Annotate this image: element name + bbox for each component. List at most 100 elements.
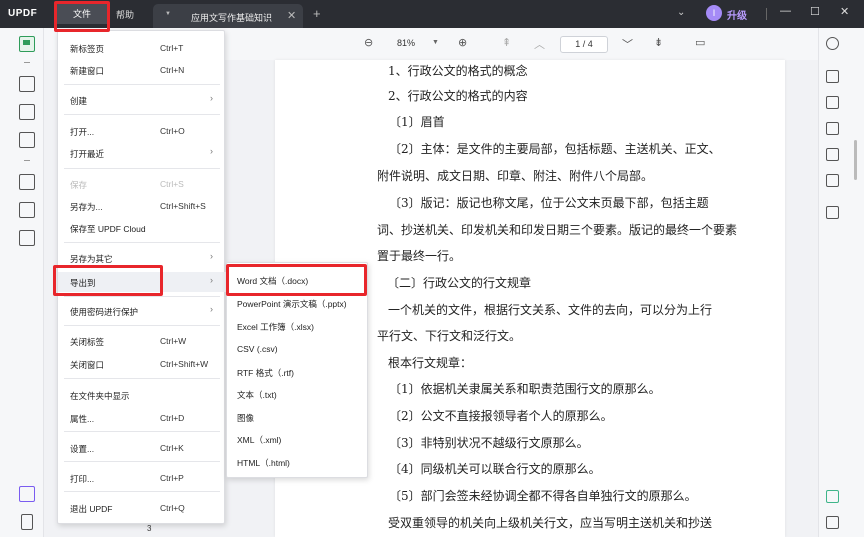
updf-ai-icon[interactable] <box>826 490 839 503</box>
email-icon[interactable] <box>826 174 839 187</box>
bookmark-icon[interactable] <box>21 514 33 530</box>
export-txt[interactable]: 文本（.txt) <box>227 384 367 404</box>
menu-item-open[interactable]: 打开... Ctrl+O <box>58 121 226 141</box>
rail-separator <box>24 62 30 63</box>
reader-mode-icon[interactable] <box>19 36 35 52</box>
first-page-icon[interactable]: ⇞ <box>502 36 511 49</box>
last-page-icon[interactable]: ⇟ <box>654 36 663 49</box>
menu-item-save-to-cloud[interactable]: 保存至 UPDF Cloud <box>58 218 226 238</box>
export-word[interactable]: Word 文档（.docx) <box>227 270 367 290</box>
export-powerpoint[interactable]: PowerPoint 演示文稿（.pptx) <box>227 293 367 313</box>
zoom-in-icon[interactable]: ⊕ <box>458 36 467 49</box>
upgrade-button[interactable]: I 升级 <box>706 5 754 23</box>
menu-item-save-as-other[interactable]: 另存为其它 › <box>58 248 226 268</box>
chat-icon[interactable] <box>826 516 839 529</box>
maximize-icon[interactable]: ☐ <box>810 5 820 18</box>
menu-item-create[interactable]: 创建 › <box>58 90 226 110</box>
menu-item-shortcut: Ctrl+D <box>160 413 185 423</box>
zoom-out-icon[interactable]: ⊖ <box>364 36 373 49</box>
tab-close-icon[interactable]: ✕ <box>287 9 296 22</box>
menu-item-shortcut: Ctrl+Shift+S <box>160 201 206 211</box>
redact-icon[interactable] <box>19 230 35 246</box>
organize-pages-icon[interactable] <box>19 174 35 190</box>
convert-icon[interactable] <box>826 96 839 109</box>
menu-item-password-protect[interactable]: 使用密码进行保护 › <box>58 301 226 321</box>
avatar: I <box>706 5 722 21</box>
save-icon[interactable] <box>826 206 839 219</box>
menu-item-close-window[interactable]: 关闭窗口 Ctrl+Shift+W <box>58 354 226 374</box>
document-tab[interactable]: ▼ 应用文写作基础知识 ✕ <box>153 4 303 28</box>
menu-item-shortcut: Ctrl+W <box>160 336 187 346</box>
submenu-arrow-icon: › <box>210 251 213 261</box>
menu-item-new-tab[interactable]: 新标签页 Ctrl+T <box>58 38 226 58</box>
submenu-item-label: Excel 工作簿（.xlsx) <box>237 322 314 332</box>
doc-line: 受双重领导的机关向上级机关行文，应当写明主送机关和抄送 <box>388 516 713 530</box>
export-excel[interactable]: Excel 工作簿（.xlsx) <box>227 316 367 336</box>
menu-item-label: 新建窗口 <box>70 66 105 76</box>
close-window-icon[interactable]: ✕ <box>840 5 849 18</box>
menu-item-label: 保存 <box>70 180 88 190</box>
menu-help[interactable]: 帮助 <box>116 8 134 21</box>
doc-line: 1、行政公文的格式的概念 <box>388 64 528 78</box>
right-tool-rail <box>818 28 864 537</box>
export-rtf[interactable]: RTF 格式（.rtf) <box>227 362 367 382</box>
menu-item-new-window[interactable]: 新建窗口 Ctrl+N <box>58 60 226 80</box>
export-html[interactable]: HTML（.html) <box>227 452 367 472</box>
upgrade-label: 升级 <box>727 11 747 22</box>
export-csv[interactable]: CSV (.csv) <box>227 339 367 359</box>
submenu-item-label: Word 文档（.docx) <box>237 276 309 286</box>
menu-item-print[interactable]: 打印... Ctrl+P <box>58 468 226 488</box>
doc-line: 平行文、下行文和泛行文。 <box>377 329 522 343</box>
doc-line: 〔4〕同级机关可以联合行文的原那么。 <box>389 462 601 476</box>
zoom-level[interactable]: 81% <box>397 38 415 48</box>
export-xml[interactable]: XML（.xml) <box>227 429 367 449</box>
page-number-field[interactable]: 1 / 4 <box>560 36 608 53</box>
menu-item-show-in-folder[interactable]: 在文件夹中显示 <box>58 385 226 405</box>
protect-icon[interactable] <box>826 122 839 135</box>
doc-line: 词、抄送机关、印发机关和印发日期三个要素。版记的最终一个要素 <box>377 223 738 237</box>
edit-pdf-icon[interactable] <box>19 104 35 120</box>
menu-separator <box>64 168 220 169</box>
submenu-item-label: 文本（.txt) <box>237 390 277 400</box>
menu-separator <box>64 325 220 326</box>
menu-item-close-tab[interactable]: 关闭标签 Ctrl+W <box>58 331 226 351</box>
menu-item-save-as[interactable]: 另存为... Ctrl+Shift+S <box>58 196 226 216</box>
menu-separator <box>64 296 220 297</box>
menu-item-label: 打开... <box>70 127 95 137</box>
new-tab-icon[interactable]: + <box>313 6 321 21</box>
form-icon[interactable] <box>19 132 35 148</box>
menu-item-open-recent[interactable]: 打开最近 › <box>58 143 226 163</box>
doc-line: 附件说明、成文日期、印章、附注、附件八个局部。 <box>377 169 654 183</box>
menu-item-settings[interactable]: 设置... Ctrl+K <box>58 438 226 458</box>
menu-item-label: 另存为其它 <box>70 254 113 264</box>
crop-icon[interactable] <box>19 202 35 218</box>
export-image[interactable]: 图像 <box>227 407 367 427</box>
menu-item-shortcut: Ctrl+Q <box>160 503 185 513</box>
menu-item-shortcut: Ctrl+T <box>160 43 184 53</box>
zoom-dropdown-icon[interactable]: ▼ <box>432 39 439 46</box>
doc-line: 〔2〕主体：是文件的主要局部，包括标题、主送机关、正文、 <box>389 142 721 156</box>
menu-item-export-to[interactable]: 导出到 › <box>58 272 226 292</box>
minimize-icon[interactable]: — <box>780 5 791 17</box>
export-submenu: Word 文档（.docx) PowerPoint 演示文稿（.pptx) Ex… <box>226 262 368 478</box>
next-page-icon[interactable]: ﹀ <box>622 36 633 52</box>
menu-file[interactable]: 文件 <box>57 4 107 24</box>
chevron-down-icon[interactable]: ⌄ <box>677 7 685 18</box>
tab-dropdown-icon[interactable]: ▼ <box>165 11 171 17</box>
submenu-arrow-icon: › <box>210 93 213 103</box>
layers-icon[interactable] <box>19 486 35 502</box>
menu-item-label: 打印... <box>70 474 95 484</box>
presentation-icon[interactable]: ▭ <box>695 36 705 49</box>
menu-item-quit[interactable]: 退出 UPDF Ctrl+Q <box>58 498 226 518</box>
doc-line: 根本行文规章： <box>388 356 473 370</box>
search-icon[interactable] <box>826 37 839 50</box>
menu-item-save[interactable]: 保存 Ctrl+S <box>58 174 226 194</box>
ocr-icon[interactable] <box>826 70 839 83</box>
vertical-scrollbar[interactable] <box>854 140 857 180</box>
prev-page-icon[interactable]: ︿ <box>534 36 545 52</box>
page-number-label: 3 <box>147 524 152 533</box>
menu-item-properties[interactable]: 属性... Ctrl+D <box>58 408 226 428</box>
comment-icon[interactable] <box>19 76 35 92</box>
menu-item-label: 关闭标签 <box>70 337 105 347</box>
share-icon[interactable] <box>826 148 839 161</box>
